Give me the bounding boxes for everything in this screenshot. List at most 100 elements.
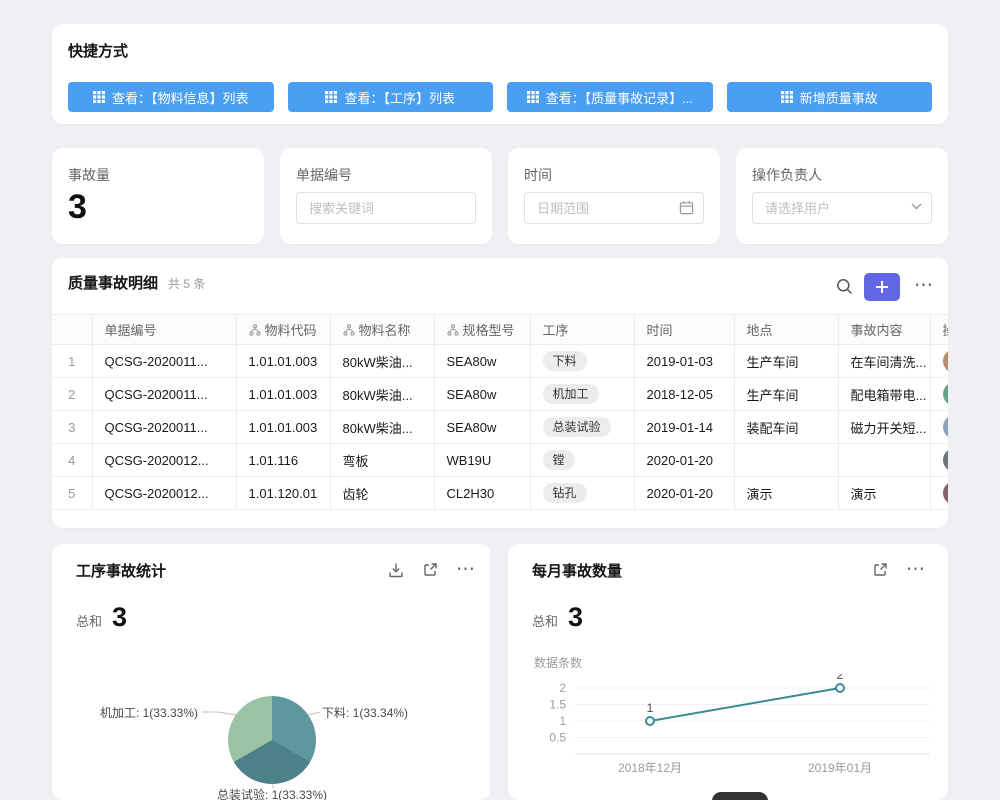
download-icon[interactable]: [386, 560, 406, 580]
operator-avatar: [943, 349, 949, 373]
cell-content: [838, 444, 930, 477]
cell-place: 演示: [734, 477, 838, 510]
row-index: 3: [52, 411, 92, 444]
view-process-list-button[interactable]: 查看：【工序】列表: [288, 82, 494, 112]
pie-more-icon[interactable]: ⋯: [454, 558, 478, 581]
monthly-accidents-card: 每月事故数量 ⋯ 总和 3 数据条数 0.511.522018年12月2019年…: [508, 544, 948, 800]
relation-field-icon: [249, 324, 261, 336]
cell-time: 2019-01-03: [634, 345, 734, 378]
h-scrollbar-thumb[interactable]: [712, 792, 768, 800]
svg-text:0.5: 0.5: [549, 731, 566, 745]
table-row[interactable]: 3 QCSG-2020011... 1.01.01.003 80kW柴油... …: [52, 411, 948, 444]
cell-material-name: 80kW柴油...: [330, 411, 434, 444]
shortcut-buttons: 查看：【物料信息】列表 查看：【工序】列表 查看：【质量事故记录】... 新增质…: [68, 82, 932, 112]
cell-spec: SEA80w: [434, 411, 530, 444]
doc-number-search-input[interactable]: [296, 192, 476, 224]
grid-icon: [325, 91, 337, 103]
date-range-input[interactable]: [524, 192, 704, 224]
table-scroll-area[interactable]: 单据编号 物料代码 物料名称 规格型号 工序 时间 地点 事故内容 操作负责人 …: [52, 314, 948, 510]
cell-spec: SEA80w: [434, 378, 530, 411]
relation-field-icon: [447, 324, 459, 336]
add-record-button[interactable]: [864, 273, 900, 301]
cell-time: 2018-12-05: [634, 378, 734, 411]
table-more-icon[interactable]: ⋯: [912, 274, 936, 297]
operator-avatar: [943, 415, 949, 439]
column-header-operator[interactable]: 操作负责人: [930, 315, 948, 345]
shortcuts-title: 快捷方式: [68, 40, 128, 61]
pie-total-value: 3: [112, 602, 127, 633]
operator-avatar: [943, 382, 949, 406]
cell-content: 磁力开关短...: [838, 411, 930, 444]
cell-content: 演示: [838, 477, 930, 510]
column-header-process[interactable]: 工序: [530, 315, 634, 345]
cell-doc: QCSG-2020012...: [92, 444, 236, 477]
column-header-content[interactable]: 事故内容: [838, 315, 930, 345]
table-row[interactable]: 1 QCSG-2020011... 1.01.01.003 80kW柴油... …: [52, 345, 948, 378]
cell-material-name: 80kW柴油...: [330, 378, 434, 411]
search-icon[interactable]: [834, 276, 855, 297]
row-index: 2: [52, 378, 92, 411]
process-tag: 下料: [543, 351, 587, 371]
shortcut-label: 查看：【物料信息】列表: [112, 88, 249, 107]
process-tag: 钻孔: [543, 483, 587, 503]
shortcut-label: 查看：【质量事故记录】...: [546, 88, 693, 107]
cell-doc: QCSG-2020011...: [92, 378, 236, 411]
column-header-spec[interactable]: 规格型号: [434, 315, 530, 345]
grid-icon: [527, 91, 539, 103]
table-record-count: 共 5 条: [168, 275, 205, 292]
line-more-icon[interactable]: ⋯: [904, 558, 928, 581]
cell-material-code: 1.01.120.01: [236, 477, 330, 510]
table-row[interactable]: 5 QCSG-2020012... 1.01.120.01 齿轮 CL2H30 …: [52, 477, 948, 510]
cell-doc: QCSG-2020012...: [92, 477, 236, 510]
operator-avatar: [943, 481, 949, 505]
cell-place: 装配车间: [734, 411, 838, 444]
svg-text:2018年12月: 2018年12月: [618, 761, 682, 775]
expand-icon[interactable]: [420, 560, 440, 580]
shortcut-label: 新增质量事故: [800, 88, 878, 107]
table-row[interactable]: 4 QCSG-2020012... 1.01.116 弯板 WB19U 镗 20…: [52, 444, 948, 477]
operator-select[interactable]: [752, 192, 932, 224]
row-index: 1: [52, 345, 92, 378]
cell-content: 配电箱带电...: [838, 378, 930, 411]
column-header-doc[interactable]: 单据编号: [92, 315, 236, 345]
svg-text:2: 2: [837, 674, 844, 682]
line-chart-svg[interactable]: 0.511.522018年12月2019年01月12: [508, 674, 948, 800]
process-tag: 机加工: [543, 384, 599, 404]
expand-icon[interactable]: [870, 560, 890, 580]
column-header-place[interactable]: 地点: [734, 315, 838, 345]
column-header-material-name[interactable]: 物料名称: [330, 315, 434, 345]
cell-time: 2020-01-20: [634, 477, 734, 510]
relation-field-icon: [343, 324, 355, 336]
table-header-row: 单据编号 物料代码 物料名称 规格型号 工序 时间 地点 事故内容 操作负责人: [52, 315, 948, 345]
cell-material-name: 齿轮: [330, 477, 434, 510]
time-filter-card: 时间: [508, 148, 720, 244]
cell-spec: SEA80w: [434, 345, 530, 378]
calendar-icon[interactable]: [679, 200, 694, 215]
grid-icon: [781, 91, 793, 103]
pie-chart[interactable]: [228, 696, 316, 784]
row-index: 4: [52, 444, 92, 477]
pie-total-label: 总和: [76, 611, 102, 630]
table-row[interactable]: 2 QCSG-2020011... 1.01.01.003 80kW柴油... …: [52, 378, 948, 411]
cell-material-code: 1.01.116: [236, 444, 330, 477]
pie-label-machining: 机加工: 1(33.33%): [66, 704, 198, 721]
column-header-material-code[interactable]: 物料代码: [236, 315, 330, 345]
cell-spec: CL2H30: [434, 477, 530, 510]
cell-material-name: 弯板: [330, 444, 434, 477]
cell-material-name: 80kW柴油...: [330, 345, 434, 378]
view-quality-records-button[interactable]: 查看：【质量事故记录】...: [507, 82, 713, 112]
cell-place: [734, 444, 838, 477]
records-table: 单据编号 物料代码 物料名称 规格型号 工序 时间 地点 事故内容 操作负责人 …: [52, 314, 948, 510]
svg-text:1.5: 1.5: [549, 698, 566, 712]
cell-time: 2019-01-14: [634, 411, 734, 444]
line-total-label: 总和: [532, 611, 558, 630]
cell-place: 生产车间: [734, 378, 838, 411]
column-header-time[interactable]: 时间: [634, 315, 734, 345]
svg-text:1: 1: [647, 701, 654, 715]
y-axis-title: 数据条数: [534, 654, 582, 671]
process-tag: 镗: [543, 450, 575, 470]
add-quality-accident-button[interactable]: 新增质量事故: [727, 82, 933, 112]
cell-content: 在车间清洗...: [838, 345, 930, 378]
view-material-list-button[interactable]: 查看：【物料信息】列表: [68, 82, 274, 112]
pie-label-blanking: 下料: 1(33.34%): [322, 704, 408, 721]
